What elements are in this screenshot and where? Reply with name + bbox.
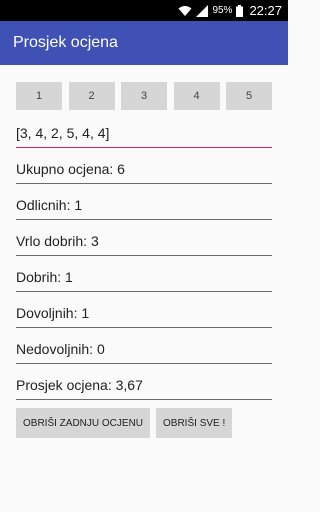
grade-button-4[interactable]: 4 [173,82,220,110]
insufficient-count-text: Nedovoljnih: 0 [16,340,272,364]
delete-last-grade-button[interactable]: OBRIŠI ZADNJU OCJENU [16,408,151,438]
grade-button-row: 1 2 3 4 5 [16,82,272,110]
average-text: Prosjek ocjena: 3,67 [16,376,272,400]
grade-button-1[interactable]: 1 [16,82,62,110]
grades-list-field[interactable]: [3, 4, 2, 5, 4, 4] [16,124,272,148]
wifi-icon [178,5,192,17]
grade-button-2[interactable]: 2 [68,82,115,110]
good-count-text: Dobrih: 1 [16,268,272,292]
very-good-count-text: Vrlo dobrih: 3 [16,232,272,256]
battery-icon [236,4,244,17]
grade-button-3[interactable]: 3 [121,82,167,110]
excellent-count-text: Odlicnih: 1 [16,196,272,220]
sufficient-count-text: Dovoljnih: 1 [16,304,272,328]
grade-button-5[interactable]: 5 [226,82,272,110]
app-title: Prosjek ocjena [13,34,118,51]
total-grades-text: Ukupno ocjena: 6 [16,160,272,184]
status-icons: 95% 22:27 [178,3,282,18]
delete-all-button[interactable]: OBRIŠI SVE ! [156,408,233,438]
action-button-row: OBRIŠI ZADNJU OCJENU OBRIŠI SVE ! [16,408,233,438]
signal-icon [196,4,209,17]
app-bar: Prosjek ocjena [0,21,288,65]
status-bar: 95% 22:27 [0,0,288,21]
clock: 22:27 [249,3,282,18]
battery-percent: 95% [212,5,233,16]
